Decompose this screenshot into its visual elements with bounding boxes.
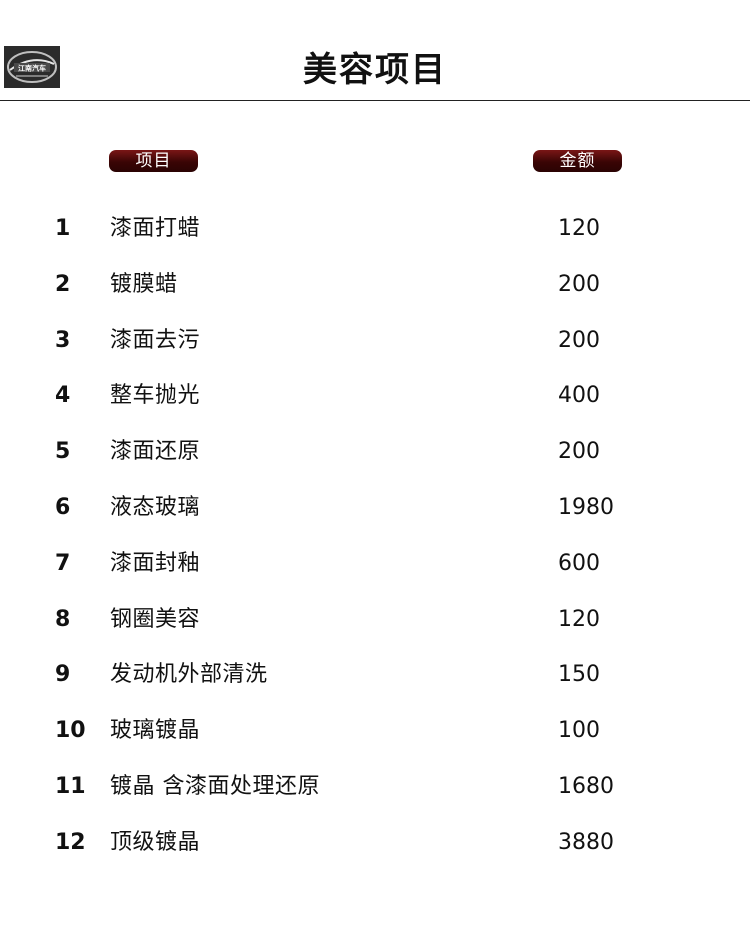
list-item: 5 漆面还原 200 (0, 424, 750, 480)
list-item: 3 漆面去污 200 (0, 313, 750, 369)
list-item: 10 玻璃镀晶 100 (0, 703, 750, 759)
item-name: 发动机外部清洗 (110, 662, 268, 688)
list-item: 9 发动机外部清洗 150 (0, 647, 750, 703)
page-header: 江南汽车 美容项目 (0, 0, 750, 101)
item-name: 顶级镀晶 (110, 829, 201, 855)
item-price: 200 (558, 327, 600, 353)
list-item: 1 漆面打蜡 120 (0, 201, 750, 257)
item-price: 120 (558, 606, 600, 632)
item-number: 3 (55, 327, 71, 353)
list-item: 11 镀晶 含漆面处理还原 1680 (0, 759, 750, 815)
item-price: 3880 (558, 829, 614, 855)
item-name: 漆面还原 (110, 439, 201, 465)
item-name: 漆面去污 (110, 327, 201, 353)
column-header-item: 项目 (109, 150, 198, 172)
item-price: 1980 (558, 494, 614, 520)
item-name: 整车抛光 (110, 383, 201, 409)
list-item: 7 漆面封釉 600 (0, 536, 750, 592)
column-header-amount: 金额 (533, 150, 622, 172)
item-name: 漆面封釉 (110, 550, 201, 576)
item-number: 10 (55, 718, 86, 744)
item-number: 8 (55, 606, 71, 632)
item-name: 镀晶 含漆面处理还原 (110, 773, 320, 799)
page-title: 美容项目 (303, 50, 447, 90)
item-number: 4 (55, 383, 71, 409)
item-number: 11 (55, 773, 86, 799)
list-item: 4 整车抛光 400 (0, 368, 750, 424)
service-price-list: 1 漆面打蜡 120 2 镀膜蜡 200 3 漆面去污 200 4 整车抛光 4… (0, 201, 750, 871)
item-name: 漆面打蜡 (110, 216, 201, 241)
list-item: 12 顶级镀晶 3880 (0, 815, 750, 871)
item-number: 2 (55, 271, 71, 297)
item-price: 1680 (558, 773, 614, 799)
item-name: 镀膜蜡 (110, 271, 178, 297)
item-price: 200 (558, 271, 600, 297)
item-price: 200 (558, 439, 600, 465)
item-number: 7 (55, 550, 71, 576)
list-item: 2 镀膜蜡 200 (0, 257, 750, 313)
item-number: 9 (55, 662, 71, 688)
item-name: 液态玻璃 (110, 494, 201, 520)
item-price: 120 (558, 216, 600, 241)
item-number: 6 (55, 494, 71, 520)
item-price: 100 (558, 718, 600, 744)
item-price: 400 (558, 383, 600, 409)
item-number: 1 (55, 216, 71, 241)
item-name: 玻璃镀晶 (110, 718, 201, 744)
item-price: 150 (558, 662, 600, 688)
item-name: 钢圈美容 (110, 606, 201, 632)
item-number: 5 (55, 439, 71, 465)
item-number: 12 (55, 829, 86, 855)
item-price: 600 (558, 550, 600, 576)
list-item: 8 钢圈美容 120 (0, 592, 750, 648)
list-item: 6 液态玻璃 1980 (0, 480, 750, 536)
